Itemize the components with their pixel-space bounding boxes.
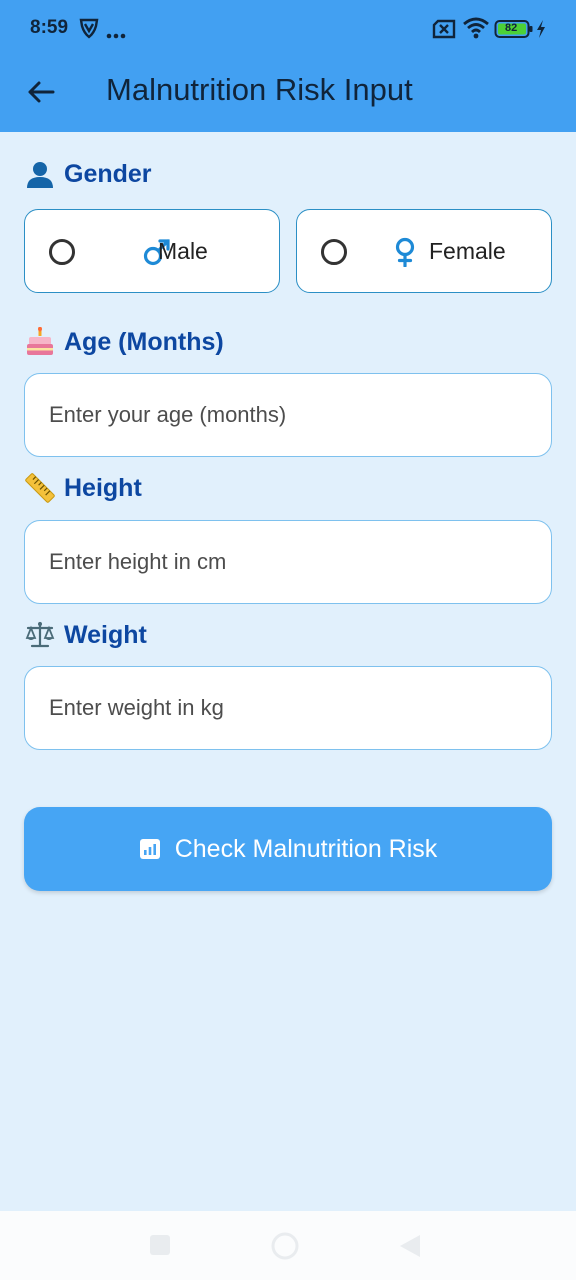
status-bar: 8:59 82 <box>0 0 576 58</box>
page-title: Malnutrition Risk Input <box>106 72 413 107</box>
battery-level: 82 <box>505 22 518 34</box>
home-button[interactable] <box>270 1231 300 1266</box>
weight-field[interactable] <box>24 666 552 750</box>
age-field[interactable] <box>24 373 552 457</box>
triangle-back-icon <box>400 1235 420 1257</box>
female-label: Female <box>429 238 506 264</box>
sim-off-icon <box>432 19 456 44</box>
square-icon <box>150 1235 170 1255</box>
height-label-text: Height <box>64 473 142 502</box>
age-label-text: Age (Months) <box>64 327 224 356</box>
app-header: 8:59 82 Malnutrition Risk Input <box>0 0 576 132</box>
gender-option-male[interactable]: Male <box>24 209 280 293</box>
status-time: 8:59 <box>30 17 69 38</box>
female-symbol-icon <box>390 237 420 268</box>
gender-option-female[interactable]: Female <box>296 209 552 293</box>
age-input[interactable] <box>49 374 529 456</box>
weight-label-text: Weight <box>64 620 147 649</box>
check-malnutrition-risk-button[interactable]: Check Malnutrition Risk <box>24 807 552 891</box>
female-radio[interactable] <box>321 239 347 265</box>
circle-icon <box>271 1232 299 1260</box>
check-button-label: Check Malnutrition Risk <box>174 834 438 863</box>
nav-back-button[interactable] <box>398 1233 422 1264</box>
male-label: Male <box>158 238 208 264</box>
cake-icon <box>25 327 55 357</box>
arrow-left-icon <box>28 81 55 103</box>
charging-icon <box>535 19 547 44</box>
vpn-shield-icon <box>79 17 99 44</box>
age-label: Age (Months) <box>25 324 224 360</box>
more-dots-icon <box>106 26 126 44</box>
chart-icon <box>139 838 161 860</box>
recents-button[interactable] <box>148 1233 172 1262</box>
wifi-icon <box>462 17 490 44</box>
ruler-icon <box>25 473 55 503</box>
weight-input[interactable] <box>49 667 529 749</box>
gender-label: Gender <box>25 156 152 192</box>
scale-icon <box>25 620 55 650</box>
weight-label: Weight <box>25 617 147 653</box>
height-label: Height <box>25 470 142 506</box>
male-radio[interactable] <box>49 239 75 265</box>
system-nav-bar <box>0 1211 576 1280</box>
back-button[interactable] <box>20 71 62 113</box>
person-icon <box>25 159 55 189</box>
height-field[interactable] <box>24 520 552 604</box>
gender-label-text: Gender <box>64 159 152 188</box>
height-input[interactable] <box>49 521 529 603</box>
